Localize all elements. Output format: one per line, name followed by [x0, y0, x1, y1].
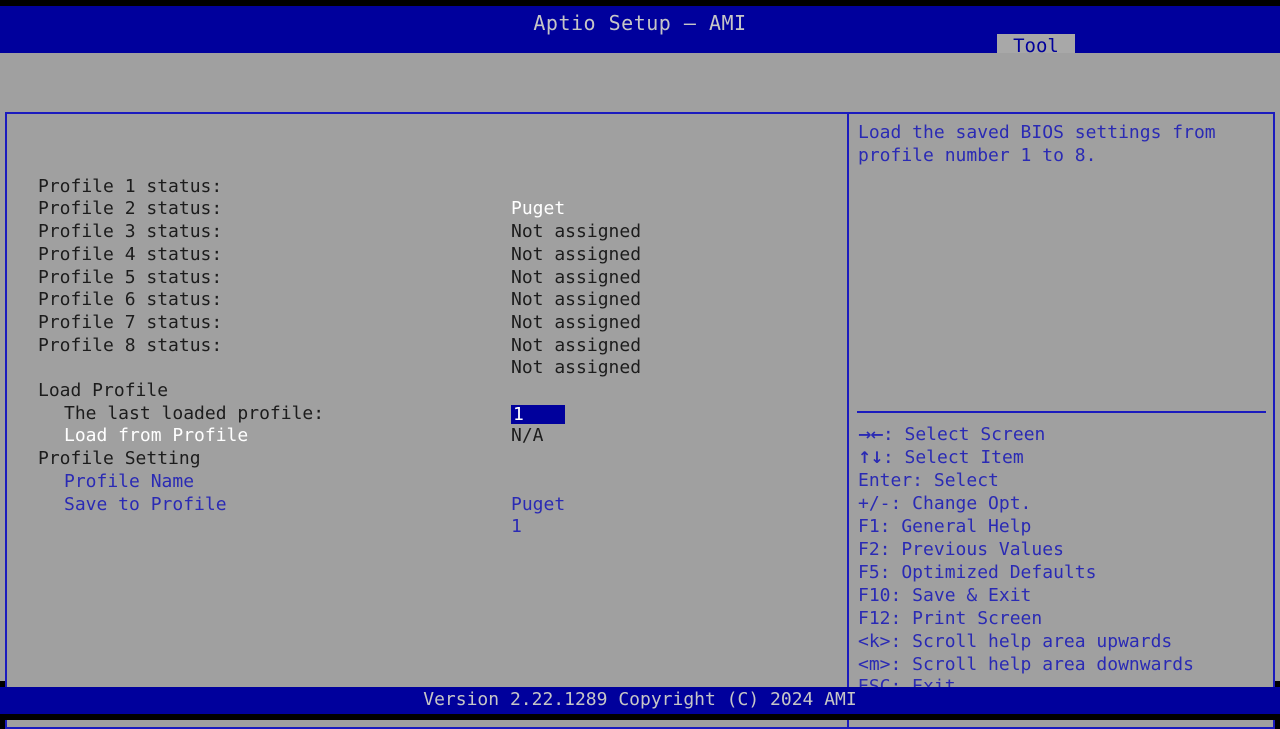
- list-item[interactable]: Profile 5 status: Not assigned: [8, 244, 846, 311]
- legend-item-change-opt: +/-: Change Opt.: [858, 492, 1032, 514]
- load-from-profile-value[interactable]: 1: [511, 404, 565, 424]
- legend-label: : Select Item: [882, 446, 1024, 468]
- legend-item-optimized-defaults: F5: Optimized Defaults: [858, 561, 1097, 583]
- legend-item-previous-values: F2: Previous Values: [858, 538, 1064, 560]
- footer-bar: Version 2.22.1289 Copyright (C) 2024 AMI: [0, 687, 1280, 714]
- list-item[interactable]: Profile 4 status: Not assigned: [8, 221, 846, 288]
- save-to-profile-label: Save to Profile: [64, 493, 227, 515]
- list-item[interactable]: Profile Name Puget: [8, 448, 846, 515]
- profile-7-status-value: Not assigned: [511, 334, 642, 356]
- profile-8-status-label: Profile 8 status:: [38, 334, 223, 356]
- arrow-up-down-icon: ↑↓: [858, 447, 884, 467]
- list-item[interactable]: Profile 8 status: Not assigned: [8, 312, 846, 379]
- list-item[interactable]: Profile 2 status: Not assigned: [8, 176, 846, 242]
- legend-item-select-screen: →←: Select Screen: [858, 424, 1270, 447]
- legend-item-print-screen: F12: Print Screen: [858, 607, 1043, 629]
- list-item[interactable]: Profile 3 status: Not assigned: [8, 198, 846, 265]
- settings-list: Profile 1 status: Puget Profile 2 status…: [8, 114, 846, 727]
- bios-setup-screen: Aptio Setup – AMI Tool Profile 1 status:…: [0, 0, 1280, 729]
- list-item[interactable]: Profile 6 status: Not assigned: [8, 267, 846, 333]
- legend-label: : Select Screen: [882, 424, 1046, 445]
- version-text: Version 2.22.1289 Copyright (C) 2024 AMI: [423, 689, 857, 710]
- profile-setting-heading-row: Profile Setting: [8, 425, 846, 469]
- arrow-left-right-icon: →←: [858, 425, 884, 444]
- legend-item-scroll-down: <m>: Scroll help area downwards: [858, 653, 1194, 675]
- list-item[interactable]: Profile 7 status: Not assigned: [8, 289, 846, 356]
- list-item[interactable]: The last loaded profile: N/A: [8, 380, 846, 447]
- page-title: Aptio Setup – AMI: [533, 11, 747, 35]
- legend-item-select-item: ↑↓: Select Item: [858, 447, 1270, 470]
- key-legend: →←: Select Screen ↑↓: Select Item Enter:…: [858, 424, 1270, 699]
- legend-item-scroll-up: <k>: Scroll help area upwards: [858, 630, 1173, 652]
- bottom-black-strip: [0, 714, 1280, 720]
- legend-item-enter-select: Enter: Select: [858, 469, 999, 491]
- title-bar: Aptio Setup – AMI Tool: [0, 6, 1280, 59]
- profile-name-value[interactable]: Puget: [511, 494, 565, 517]
- legend-item-general-help: F1: General Help: [858, 515, 1032, 537]
- save-to-profile-value[interactable]: 1: [511, 516, 522, 539]
- list-item[interactable]: Profile 1 status: Puget: [8, 153, 846, 220]
- help-separator: [857, 411, 1266, 413]
- load-profile-heading-row: Load Profile: [8, 357, 846, 401]
- panel-divider: [847, 114, 849, 727]
- legend-item-save-exit: F10: Save & Exit: [858, 584, 1032, 606]
- help-pane: Load the saved BIOS settings from profil…: [851, 114, 1272, 727]
- list-item-load-from-profile[interactable]: Load from Profile 1: [8, 403, 846, 446]
- help-description: Load the saved BIOS settings from profil…: [858, 122, 1227, 166]
- list-item[interactable]: Save to Profile 1: [8, 471, 846, 538]
- body-area: Profile 1 status: Puget Profile 2 status…: [0, 53, 1280, 729]
